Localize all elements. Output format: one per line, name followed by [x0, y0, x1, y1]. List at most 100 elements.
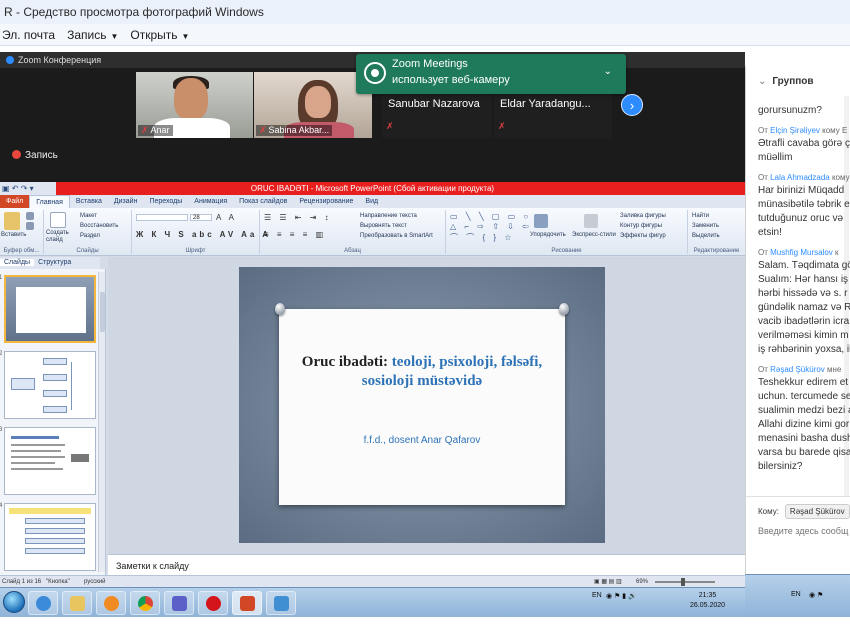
menu-email[interactable]: Эл. почта [0, 28, 65, 42]
find-button[interactable]: Найти [692, 213, 709, 219]
menu-record[interactable]: Запись ▼ [65, 28, 128, 42]
shape-effects-button[interactable]: Эффекты фигур [620, 233, 666, 239]
slide-editor[interactable]: Oruc ibadəti: teoloji, psixoloji, fəlsəf… [108, 257, 745, 554]
quick-styles-button[interactable]: Экспресс-стили [572, 232, 616, 238]
font-name-field[interactable] [136, 214, 188, 221]
zoom-window: Zoom Конференция ✗ Anar ✗ Sabina Akbar... … [0, 52, 745, 182]
webcam-notification[interactable]: Zoom Meetings использует веб-камеру ⌄ [356, 54, 626, 94]
tab-design[interactable]: Дизайн [108, 195, 144, 208]
tab-file[interactable]: Файл [0, 195, 30, 208]
slide-thumbnail[interactable] [4, 275, 96, 343]
zoom-chat-panel: ⌄ Группов gorursunuzm? От Elçin Şirəliyev… [745, 66, 850, 574]
tab-outline[interactable]: Структура [34, 259, 75, 266]
chevron-down-icon[interactable]: ⌄ [604, 66, 612, 77]
notification-title: Zoom Meetings [392, 58, 468, 70]
taskbar-chrome[interactable] [130, 591, 160, 615]
cut-icon[interactable] [26, 212, 34, 220]
reset-button[interactable]: Восстановить [80, 223, 118, 229]
slide-number: 1 [0, 275, 3, 281]
chevron-down-icon[interactable]: ⌄ [758, 76, 766, 87]
select-button[interactable]: Выделить [692, 233, 720, 239]
taskbar-media-player[interactable] [96, 591, 126, 615]
sender-name[interactable]: Mushfig Mursalov [770, 248, 833, 257]
next-page-arrow-icon[interactable]: › [621, 94, 643, 116]
tab-view[interactable]: Вид [359, 195, 384, 208]
arrange-icon[interactable] [534, 214, 548, 228]
ie-icon [36, 596, 51, 611]
tab-review[interactable]: Рецензирование [293, 195, 359, 208]
sender-name[interactable]: Elçin Şirəliyev [770, 126, 820, 135]
menu-open[interactable]: Открыть ▼ [128, 28, 199, 42]
tray-icons[interactable]: ◉ ⚑ [809, 591, 823, 599]
font-style-buttons[interactable]: Ж К Ч S abc AV Aa A [136, 230, 271, 239]
taskbar-powerpoint[interactable] [232, 591, 262, 615]
taskbar-photo-viewer[interactable] [266, 591, 296, 615]
photo-viewer-icon [274, 596, 289, 611]
taskbar-clock[interactable]: 21:35 26.05.2020 [690, 591, 725, 611]
shapes-gallery-row3[interactable]: ⌒ ⌒ { } ☆ [450, 232, 514, 243]
slide-thumbnail[interactable] [4, 427, 96, 495]
text-direction-button[interactable]: Направление текста [360, 213, 417, 219]
tray-language[interactable]: EN [791, 591, 801, 598]
chat-message: От Elçin Şirəliyev кому Е Ətrafli cavaba… [758, 126, 850, 163]
quick-styles-icon[interactable] [584, 214, 598, 228]
video-tile-sabina[interactable]: ✗ Sabina Akbar... [254, 72, 372, 138]
tray-language[interactable]: EN [592, 592, 602, 599]
tab-slides[interactable]: Слайды [0, 259, 35, 266]
photo-viewer-title: R - Средство просмотра фотографий Window… [0, 0, 850, 24]
slide-thumbnail[interactable] [4, 503, 96, 571]
tab-slideshow[interactable]: Показ слайдов [233, 195, 293, 208]
start-button-icon[interactable] [3, 591, 25, 613]
copy-icon[interactable] [26, 222, 34, 230]
tab-home[interactable]: Главная [29, 195, 70, 208]
slide-subtitle[interactable]: f.f.d., dosent Anar Qafarov [289, 435, 555, 446]
participant-name: Eldar Yaradangu... [500, 98, 591, 110]
taskbar-teams[interactable] [164, 591, 194, 615]
video-tile-eldar[interactable]: Eldar Yaradangu... ✗ [494, 92, 612, 138]
ribbon-group-editing: Найти Заменить Выделить Редактирование [688, 210, 745, 254]
tab-animation[interactable]: Анимация [188, 195, 233, 208]
new-slide-button[interactable]: Создать слайд [46, 230, 74, 244]
photo-viewer-menu: Эл. почта Запись ▼ Открыть ▼ [0, 24, 850, 46]
slide-notes[interactable]: Заметки к слайду [108, 554, 745, 576]
recipient-select[interactable]: Rəşad Şükürov [784, 504, 850, 519]
tray-icons[interactable]: ◉ ⚑ ▮ 🔊 [606, 592, 637, 600]
zoom-logo-icon [6, 56, 14, 64]
paste-icon[interactable] [4, 212, 20, 230]
align-buttons[interactable]: ≡ ≡ ≡ ≡ ▥ [264, 230, 326, 239]
mic-muted-icon: ✗ [498, 121, 506, 131]
sender-name[interactable]: Rəşad Şükürov [770, 365, 825, 374]
slide-title[interactable]: Oruc ibadəti: teoloji, psixoloji, fəlsəf… [289, 353, 555, 391]
current-slide[interactable]: Oruc ibadəti: teoloji, psixoloji, fəlsəf… [239, 267, 605, 543]
video-tile-sanubar[interactable]: Sanubar Nazarova ✗ [382, 92, 492, 138]
layout-button[interactable]: Макет [80, 213, 97, 219]
slide-thumbnail[interactable] [4, 351, 96, 419]
list-buttons[interactable]: ☰ ☰ ⇤ ⇥ ↕ [264, 213, 332, 222]
replace-button[interactable]: Заменить [692, 223, 719, 229]
shapes-gallery[interactable]: ▭ ╲ ╲ ▢ ▭ ○ [450, 212, 531, 221]
shape-fill-button[interactable]: Заливка фигуры [620, 213, 666, 219]
taskbar-explorer[interactable] [62, 591, 92, 615]
shape-outline-button[interactable]: Контур фигуры [620, 223, 662, 229]
tab-insert[interactable]: Вставка [70, 195, 108, 208]
font-grow-shrink-icon[interactable]: A A [216, 213, 237, 222]
sender-name[interactable]: Lala Ahmadzada [770, 173, 830, 182]
slide-number: 2 [0, 351, 3, 357]
paste-button[interactable]: Вставить [1, 232, 26, 238]
quick-access-toolbar[interactable]: ▣ ↶ ↷ ▾ [0, 182, 56, 195]
taskbar-opera[interactable] [198, 591, 228, 615]
thumbnails-scrollbar[interactable] [98, 272, 105, 572]
chat-message-input[interactable] [758, 526, 850, 536]
new-slide-icon[interactable] [50, 212, 66, 228]
font-size-field[interactable]: 28 [190, 214, 212, 221]
tab-transitions[interactable]: Переходы [143, 195, 188, 208]
shapes-gallery-row2[interactable]: △ ⌐ ⇨ ⇧ ⇩ ⇦ [450, 222, 532, 231]
taskbar-internet-explorer[interactable] [28, 591, 58, 615]
section-button[interactable]: Раздел [80, 233, 100, 239]
video-tile-anar[interactable]: ✗ Anar [136, 72, 253, 138]
smartart-button[interactable]: Преобразовать в SmartArt [360, 233, 433, 239]
arrange-button[interactable]: Упорядочить [530, 232, 566, 238]
zoom-slider[interactable] [655, 578, 715, 586]
chat-recipient: Кому: Rəşad Şükürov [758, 504, 850, 519]
align-text-button[interactable]: Выровнять текст [360, 223, 407, 229]
